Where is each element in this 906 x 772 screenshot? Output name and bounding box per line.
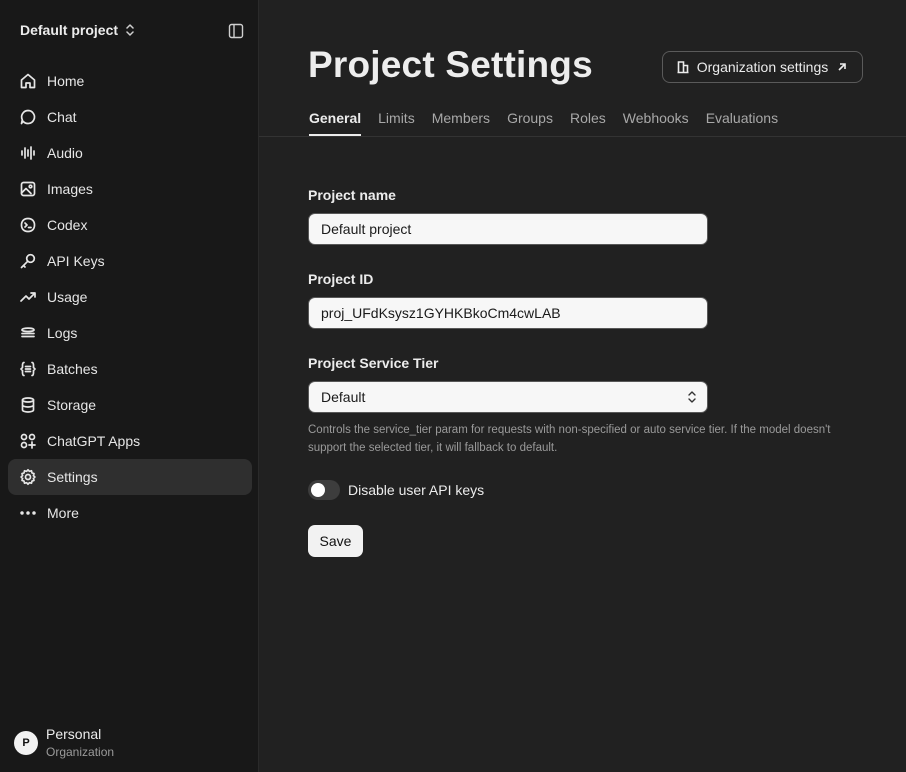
codex-icon <box>19 216 37 234</box>
organization-settings-button[interactable]: Organization settings <box>662 51 863 83</box>
service-tier-select[interactable]: Default <box>308 381 708 413</box>
chevron-updown-icon <box>688 391 696 403</box>
sidebar-item-images[interactable]: Images <box>8 171 252 207</box>
project-switcher-label: Default project <box>20 22 119 38</box>
disable-api-keys-label: Disable user API keys <box>348 482 485 498</box>
batches-icon <box>19 360 37 378</box>
logs-icon <box>19 324 37 342</box>
sidebar-item-logs[interactable]: Logs <box>8 315 252 351</box>
project-switcher[interactable]: Default project <box>20 22 136 38</box>
tab-evaluations[interactable]: Evaluations <box>706 110 778 135</box>
project-name-input[interactable] <box>308 213 708 245</box>
sidebar-item-more[interactable]: More <box>8 495 252 531</box>
settings-tabs: General Limits Members Groups Roles Webh… <box>309 110 795 136</box>
organization-switcher[interactable]: P Personal Organization <box>14 725 114 761</box>
sidebar-item-codex[interactable]: Codex <box>8 207 252 243</box>
project-name-label: Project name <box>308 187 396 203</box>
sidebar-item-storage[interactable]: Storage <box>8 387 252 423</box>
service-tier-help-text: Controls the service_tier param for requ… <box>308 424 831 454</box>
tab-limits[interactable]: Limits <box>378 110 415 135</box>
save-button[interactable]: Save <box>308 525 363 557</box>
sidebar-item-label: Usage <box>47 289 88 305</box>
sidebar-item-batches[interactable]: Batches <box>8 351 252 387</box>
avatar: P <box>14 731 38 755</box>
project-id-input[interactable] <box>308 297 708 329</box>
trend-icon <box>19 288 37 306</box>
chat-icon <box>19 108 37 126</box>
sidebar-item-label: API Keys <box>47 253 105 269</box>
chevron-updown-icon <box>126 24 134 36</box>
tab-roles[interactable]: Roles <box>570 110 606 135</box>
sidebar-item-settings[interactable]: Settings <box>8 459 252 495</box>
sidebar: Default project Home Chat Audio Images C… <box>0 0 259 772</box>
page-title: Project Settings <box>308 44 593 85</box>
database-icon <box>19 396 37 414</box>
sidebar-nav: Home Chat Audio Images Codex API Keys Us… <box>8 63 252 531</box>
sidebar-toggle-icon[interactable] <box>228 23 244 39</box>
disable-api-keys-toggle[interactable] <box>308 480 340 500</box>
sidebar-item-audio[interactable]: Audio <box>8 135 252 171</box>
gear-icon <box>19 468 37 486</box>
home-icon <box>19 72 37 90</box>
apps-icon <box>19 432 37 450</box>
sidebar-item-chat[interactable]: Chat <box>8 99 252 135</box>
app-window: Default project Home Chat Audio Images C… <box>0 0 906 772</box>
more-icon <box>19 504 37 522</box>
sidebar-item-chatgpt-apps[interactable]: ChatGPT Apps <box>8 423 252 459</box>
building-icon <box>677 61 689 74</box>
sidebar-item-label: Chat <box>47 109 77 125</box>
sidebar-item-api-keys[interactable]: API Keys <box>8 243 252 279</box>
sidebar-item-label: Images <box>47 181 93 197</box>
project-id-label: Project ID <box>308 271 374 287</box>
sidebar-item-label: Codex <box>47 217 88 233</box>
service-tier-label: Project Service Tier <box>308 355 439 371</box>
disable-api-keys-row: Disable user API keys <box>308 480 484 500</box>
sidebar-item-label: Batches <box>47 361 98 377</box>
sidebar-item-usage[interactable]: Usage <box>8 279 252 315</box>
tab-groups[interactable]: Groups <box>507 110 553 135</box>
audio-icon <box>19 144 37 162</box>
tab-general[interactable]: General <box>309 110 362 136</box>
sidebar-item-label: Home <box>47 73 85 89</box>
organization-settings-label: Organization settings <box>696 59 829 75</box>
sidebar-item-label: ChatGPT Apps <box>47 433 141 449</box>
sidebar-item-label: Logs <box>47 325 78 341</box>
sidebar-item-label: Audio <box>47 145 83 161</box>
service-tier-value: Default <box>321 389 366 405</box>
org-name: Personal <box>46 726 102 742</box>
tab-members[interactable]: Members <box>432 110 490 135</box>
key-icon <box>19 252 37 270</box>
arrow-up-right-icon <box>838 63 847 71</box>
sidebar-item-label: More <box>47 505 79 521</box>
tab-webhooks[interactable]: Webhooks <box>623 110 689 135</box>
org-subtitle: Organization <box>46 745 115 759</box>
sidebar-item-label: Settings <box>47 469 98 485</box>
sidebar-item-home[interactable]: Home <box>8 63 252 99</box>
toggle-knob <box>311 483 325 497</box>
sidebar-item-label: Storage <box>47 397 97 413</box>
image-icon <box>19 180 37 198</box>
tabs-divider <box>259 136 906 137</box>
main-content: Project Settings Organization settings G… <box>259 0 906 772</box>
